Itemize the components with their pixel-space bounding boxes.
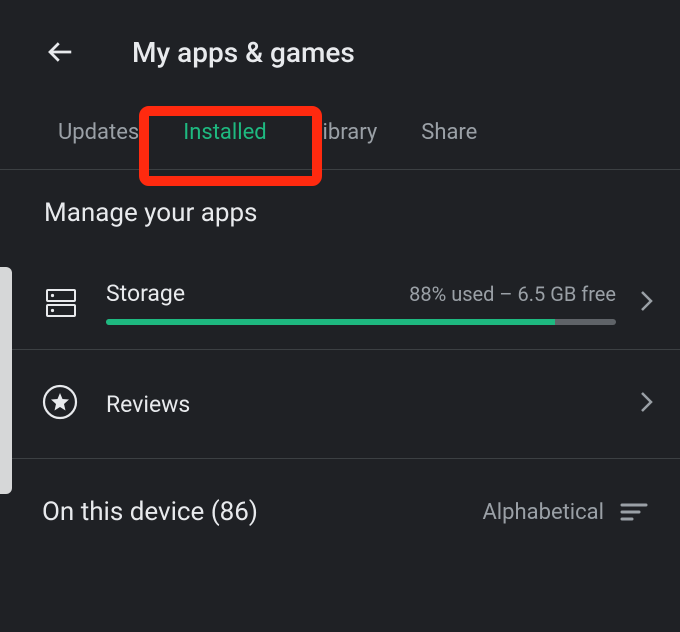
star-circle-icon [42,384,78,424]
sort-control[interactable]: Alphabetical [482,500,648,525]
storage-icon [46,289,76,317]
scroll-indicator[interactable] [0,267,12,494]
chevron-right-icon [640,290,654,316]
tab-updates[interactable]: Updates [36,100,161,169]
device-section: On this device (86) Alphabetical [0,459,680,547]
storage-info: 88% used – 6.5 GB free [409,282,616,306]
header: My apps & games [0,0,680,100]
manage-section-title: Manage your apps [0,170,680,244]
tabs: Updates Installed Library Share [0,100,680,170]
tab-share[interactable]: Share [399,100,499,169]
page-title: My apps & games [132,36,355,69]
reviews-label: Reviews [106,391,616,418]
storage-progress-fill [106,319,555,325]
reviews-row[interactable]: Reviews [0,350,680,459]
chevron-right-icon [640,391,654,417]
sort-label: Alphabetical [482,500,604,525]
device-title: On this device (86) [42,497,258,527]
sort-icon [620,502,648,522]
storage-label: Storage [106,280,185,307]
back-button[interactable] [40,32,80,72]
storage-row[interactable]: Storage 88% used – 6.5 GB free [0,244,680,350]
storage-content: Storage 88% used – 6.5 GB free [106,280,616,325]
arrow-left-icon [45,37,75,67]
tab-library[interactable]: Library [289,100,400,169]
storage-progress-bar [106,319,616,325]
tab-installed[interactable]: Installed [161,100,288,169]
